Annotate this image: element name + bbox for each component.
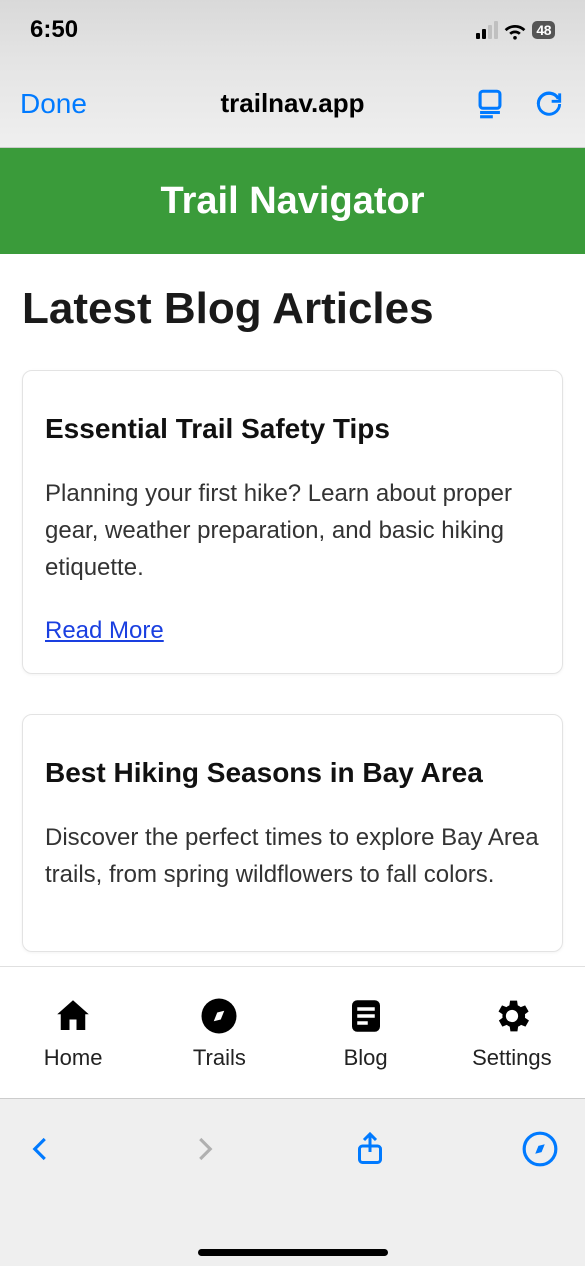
browser-bottom-bar — [0, 1098, 585, 1266]
status-time: 6:50 — [30, 16, 78, 44]
article-excerpt: Planning your first hike? Learn about pr… — [45, 475, 540, 587]
article-icon — [345, 995, 387, 1037]
page-content: Trail Navigator Latest Blog Articles Ess… — [0, 148, 585, 966]
article-card: Essential Trail Safety Tips Planning you… — [22, 370, 563, 674]
status-bar: 6:50 48 — [0, 0, 585, 60]
app-header: Trail Navigator — [0, 148, 585, 254]
nav-label: Trails — [193, 1045, 246, 1071]
article-title: Best Hiking Seasons in Bay Area — [45, 757, 540, 789]
app-bottom-nav: Home Trails Blog Settings — [0, 966, 585, 1098]
nav-settings[interactable]: Settings — [439, 995, 585, 1071]
article-card: Best Hiking Seasons in Bay Area Discover… — [22, 714, 563, 952]
page-title: Latest Blog Articles — [22, 284, 563, 334]
home-icon — [52, 995, 94, 1037]
nav-blog[interactable]: Blog — [293, 995, 439, 1071]
address-bar-url[interactable]: trailnav.app — [220, 88, 364, 119]
back-icon[interactable] — [26, 1129, 56, 1169]
browser-top-bar: Done trailnav.app — [0, 60, 585, 148]
safari-icon[interactable] — [521, 1130, 559, 1168]
share-icon[interactable] — [352, 1128, 388, 1170]
done-button[interactable]: Done — [20, 88, 87, 120]
reload-icon[interactable] — [533, 88, 565, 120]
nav-label: Home — [44, 1045, 103, 1071]
nav-label: Settings — [472, 1045, 552, 1071]
cellular-signal-icon — [476, 21, 498, 39]
battery-level: 48 — [532, 21, 555, 39]
forward-icon — [189, 1129, 219, 1169]
app-title: Trail Navigator — [161, 180, 425, 223]
nav-home[interactable]: Home — [0, 995, 146, 1071]
wifi-icon — [504, 19, 526, 41]
article-title: Essential Trail Safety Tips — [45, 413, 540, 445]
home-indicator[interactable] — [198, 1249, 388, 1256]
compass-icon — [198, 995, 240, 1037]
reader-icon[interactable] — [473, 87, 507, 121]
nav-label: Blog — [344, 1045, 388, 1071]
read-more-link[interactable]: Read More — [45, 617, 164, 644]
gear-icon — [491, 995, 533, 1037]
article-excerpt: Discover the perfect times to explore Ba… — [45, 819, 540, 893]
nav-trails[interactable]: Trails — [146, 995, 292, 1071]
